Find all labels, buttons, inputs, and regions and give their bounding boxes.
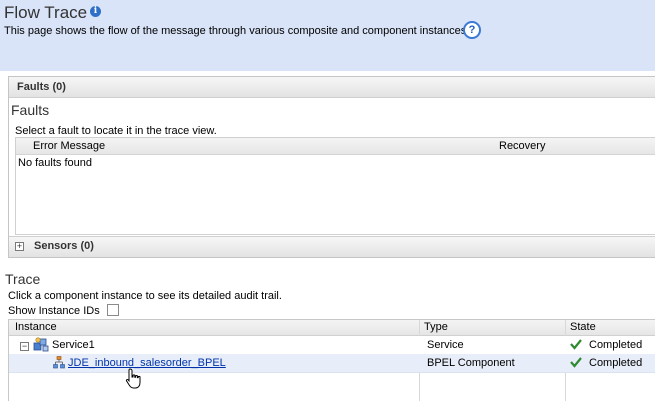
faults-heading: Faults <box>11 102 50 118</box>
expand-icon[interactable]: + <box>15 242 24 251</box>
faults-table-header: Error Message Recovery <box>16 138 655 155</box>
instance-name: Service1 <box>52 339 95 351</box>
bpel-component-icon <box>53 356 65 369</box>
column-instance[interactable]: Instance <box>15 321 57 333</box>
collapse-icon[interactable]: − <box>20 342 29 351</box>
page-header: Flow Trace i This page shows the flow of… <box>0 0 655 71</box>
help-icon[interactable]: ? <box>463 21 481 39</box>
trace-heading: Trace <box>5 271 41 287</box>
checkmark-icon <box>570 357 582 368</box>
trace-table-header: Instance Type State <box>9 320 655 336</box>
instance-type: Service <box>427 339 464 351</box>
page-description: This page shows the flow of the message … <box>4 25 470 37</box>
page-title: Flow Trace <box>4 3 88 22</box>
checkmark-icon <box>570 339 582 350</box>
instance-state: Completed <box>589 339 643 351</box>
hand-cursor-icon <box>125 368 141 389</box>
faults-instruction: Select a fault to locate it in the trace… <box>15 125 217 137</box>
faults-empty-text: No faults found <box>18 157 92 169</box>
trace-row[interactable]: JDE_inbound_salesorder_BPEL BPEL Compone… <box>9 354 655 373</box>
column-error-message[interactable]: Error Message <box>33 140 105 152</box>
trace-table: Instance Type State − Service1 Service C… <box>8 319 655 401</box>
trace-row[interactable]: − Service1 Service Completed <box>9 336 655 355</box>
column-recovery[interactable]: Recovery <box>499 140 545 152</box>
show-instance-ids-checkbox[interactable] <box>107 304 119 316</box>
column-state[interactable]: State <box>570 321 596 333</box>
faults-table: Error Message Recovery No faults found <box>15 137 655 235</box>
show-instance-ids-label: Show Instance IDs <box>8 305 100 317</box>
instance-link[interactable]: JDE_inbound_salesorder_BPEL <box>68 357 226 369</box>
info-icon[interactable]: i <box>90 6 101 17</box>
sensors-tab[interactable]: + Sensors (0) <box>9 236 655 257</box>
service-icon <box>33 337 49 352</box>
trace-instruction: Click a component instance to see its de… <box>8 290 282 302</box>
instance-state: Completed <box>589 357 643 369</box>
sensors-tab-label: Sensors (0) <box>34 240 94 252</box>
faults-tab[interactable]: Faults (0) <box>9 77 655 98</box>
column-type[interactable]: Type <box>424 321 448 333</box>
faults-panel: Faults (0) Faults Select a fault to loca… <box>8 76 655 258</box>
instance-type: BPEL Component <box>427 357 515 369</box>
faults-tab-label: Faults (0) <box>17 81 66 93</box>
